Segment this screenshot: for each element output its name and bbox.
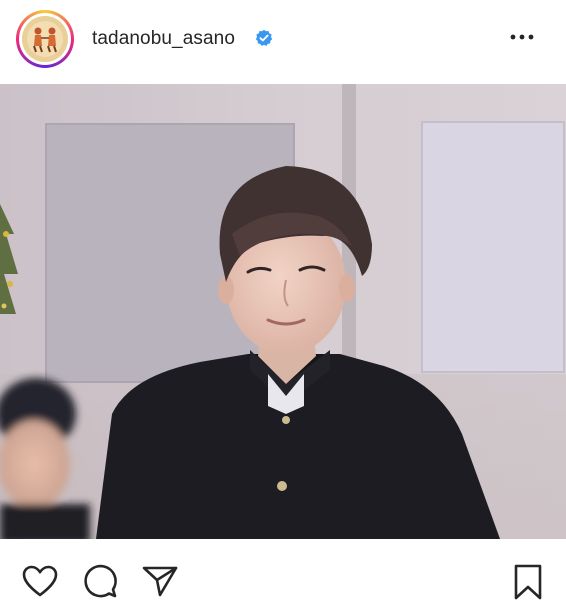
avatar-image (22, 16, 68, 62)
verified-badge-icon (255, 29, 273, 46)
post-photo-image (0, 84, 566, 539)
username[interactable]: tadanobu_asano (92, 28, 235, 50)
instagram-post: tadanobu_asano (0, 0, 566, 613)
post-header: tadanobu_asano (0, 0, 566, 80)
share-icon[interactable] (140, 562, 180, 602)
avatar[interactable] (16, 10, 74, 68)
comment-icon[interactable] (80, 562, 120, 602)
post-action-bar (0, 556, 566, 612)
more-options-icon[interactable] (508, 27, 536, 47)
heart-icon[interactable] (20, 562, 60, 602)
post-photo[interactable] (0, 84, 566, 539)
bookmark-icon[interactable] (508, 562, 548, 602)
